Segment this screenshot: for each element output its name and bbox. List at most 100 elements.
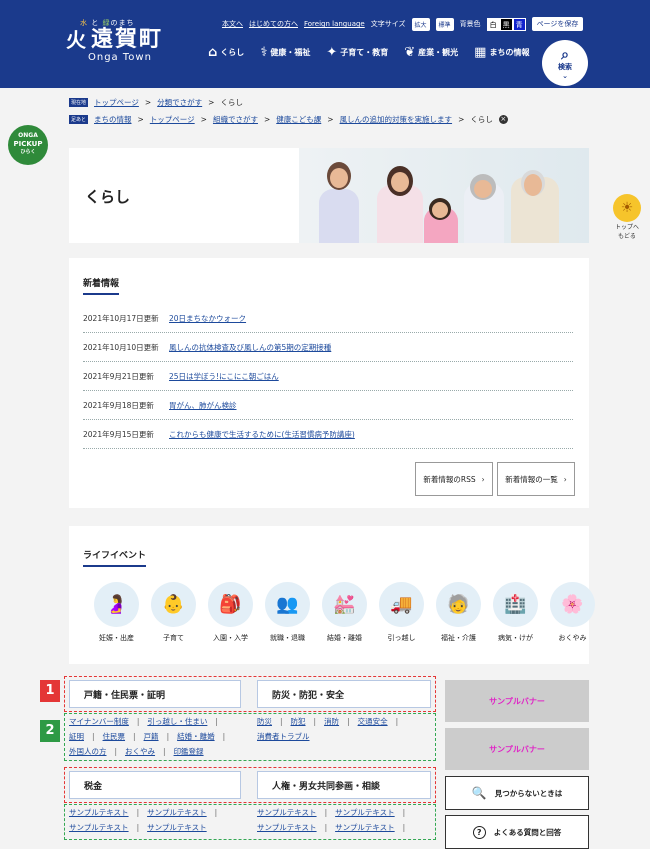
life-events-title: ライフイベント bbox=[83, 548, 147, 567]
nav-childcare[interactable]: ✦ 子育て・教育 bbox=[326, 45, 388, 60]
life-event-condolence[interactable]: 🌸 おくやみ bbox=[550, 582, 595, 643]
news-rss-button[interactable]: 新着情報のRSS › bbox=[415, 462, 493, 496]
link-first-time[interactable]: はじめての方へ bbox=[249, 19, 298, 29]
breadcrumb: 現在地 トップページ > 分類でさがす > くらし bbox=[69, 97, 243, 108]
sample-banner[interactable]: サンプルバナー bbox=[445, 680, 589, 722]
chevron-right-icon: › bbox=[563, 474, 567, 484]
category-link[interactable]: サンプルテキスト bbox=[335, 823, 395, 832]
life-event-illness[interactable]: 🏥 病気・けが bbox=[493, 582, 538, 643]
page-title: くらし bbox=[85, 188, 131, 206]
category-link[interactable]: 引っ越し・住まい bbox=[147, 717, 207, 726]
category-link[interactable]: サンプルテキスト bbox=[335, 808, 395, 817]
bg-white-button[interactable]: 白 bbox=[486, 17, 500, 31]
bg-color-label: 背景色 bbox=[459, 20, 481, 28]
category-link[interactable]: 防災 bbox=[257, 717, 272, 726]
category-link[interactable]: サンプルテキスト bbox=[147, 808, 207, 817]
life-event-moving[interactable]: 🚚 引っ越し bbox=[379, 582, 424, 643]
workers-icon: 👥 bbox=[265, 582, 310, 627]
font-standard-button[interactable]: 標準 bbox=[435, 17, 454, 31]
breadcrumb-link[interactable]: トップページ bbox=[94, 97, 139, 108]
news-link[interactable]: 25日は学ぼう!にこにこ朝ごはん bbox=[169, 371, 279, 382]
category-link[interactable]: 住民票 bbox=[103, 732, 126, 741]
category-link[interactable]: 防犯 bbox=[291, 717, 306, 726]
document-search-icon: 🔍 bbox=[471, 786, 487, 800]
nav-town-info[interactable]: ▦ まちの情報 bbox=[474, 45, 529, 60]
footprint-link[interactable]: 組織でさがす bbox=[213, 114, 258, 125]
category-link[interactable]: 消費者トラブル bbox=[257, 732, 310, 741]
footprint-trail: 足あと まちの情報 > トップページ > 組織でさがす > 健康こども課 > 風しんの追… bbox=[69, 114, 508, 125]
life-event-employment[interactable]: 👥 就職・退職 bbox=[265, 582, 310, 643]
category-link[interactable]: サンプルテキスト bbox=[69, 808, 129, 817]
news-link[interactable]: 胃がん、肺がん検診 bbox=[169, 400, 237, 411]
couple-icon: 💒 bbox=[322, 582, 367, 627]
news-row: 2021年9月21日更新 25日は学ぼう!にこにこ朝ごはん bbox=[83, 363, 573, 391]
category-link[interactable]: おくやみ bbox=[125, 747, 155, 756]
category-link[interactable]: 交通安全 bbox=[358, 717, 388, 726]
life-event-pregnancy[interactable]: 🤰 妊娠・出産 bbox=[94, 582, 139, 643]
life-event-marriage[interactable]: 💒 結婚・離婚 bbox=[322, 582, 367, 643]
annotation-badge-1: 1 bbox=[40, 680, 60, 702]
building-icon: ▦ bbox=[474, 45, 487, 60]
faq-button[interactable]: ? よくある質問と回答 bbox=[445, 815, 589, 849]
news-list-button[interactable]: 新着情報の一覧 › bbox=[497, 462, 575, 496]
footprint-link[interactable]: トップページ bbox=[150, 114, 195, 125]
footprint-tag: 足あと bbox=[69, 115, 89, 124]
search-button[interactable]: ⌕ 検索 ⌄ bbox=[542, 40, 588, 86]
category-link[interactable]: 結婚・離婚 bbox=[177, 732, 215, 741]
onga-pickup-button[interactable]: ONGA PICKUP ひらく bbox=[8, 125, 48, 165]
nav-health[interactable]: ⚕ 健康・福祉 bbox=[260, 45, 310, 60]
news-row: 2021年10月17日更新 20日まちなかウォーク bbox=[83, 305, 573, 333]
life-event-welfare[interactable]: 🧓 福祉・介護 bbox=[436, 582, 481, 643]
font-enlarge-button[interactable]: 拡大 bbox=[411, 17, 430, 31]
link-text-version[interactable]: 本文へ bbox=[222, 19, 243, 29]
footprint-link[interactable]: 風しんの追加的対策を実施します bbox=[340, 114, 453, 125]
life-event-school[interactable]: 🎒 入園・入学 bbox=[208, 582, 253, 643]
category-link[interactable]: 戸籍 bbox=[144, 732, 159, 741]
bg-blue-button[interactable]: 青 bbox=[512, 17, 526, 31]
news-section: 新着情報 2021年10月17日更新 20日まちなかウォーク 2021年10月10… bbox=[69, 258, 589, 508]
category-link[interactable]: サンプルテキスト bbox=[257, 823, 317, 832]
news-link[interactable]: これからも健康で生活するために(生活習慣病予防講座) bbox=[169, 429, 355, 440]
close-icon[interactable]: × bbox=[498, 115, 508, 124]
sample-banner[interactable]: サンプルバナー bbox=[445, 728, 589, 770]
save-page-button[interactable]: ページを保存 bbox=[531, 17, 584, 31]
category-link[interactable]: サンプルテキスト bbox=[147, 823, 207, 832]
nav-kurashi[interactable]: ⌂ くらし bbox=[208, 45, 244, 60]
category-link[interactable]: 外国人の方 bbox=[69, 747, 107, 756]
nav-industry[interactable]: ❦ 産業・観光 bbox=[404, 45, 458, 60]
category-tax[interactable]: 税金 bbox=[69, 771, 241, 799]
footprint-link[interactable]: 健康こども課 bbox=[276, 114, 321, 125]
breadcrumb-current: くらし bbox=[220, 98, 243, 107]
category-link[interactable]: 消防 bbox=[324, 717, 339, 726]
breadcrumb-link[interactable]: 分類でさがす bbox=[157, 97, 202, 108]
not-found-button[interactable]: 🔍 見つからないときは bbox=[445, 776, 589, 810]
category-human-rights[interactable]: 人権・男女共同参画・相談 bbox=[257, 771, 431, 799]
chevron-right-icon: › bbox=[481, 474, 485, 484]
bg-black-button[interactable]: 黒 bbox=[499, 17, 513, 31]
life-event-childcare[interactable]: 👶 子育て bbox=[151, 582, 196, 643]
hospital-icon: 🏥 bbox=[493, 582, 538, 627]
news-link[interactable]: 風しんの抗体検査及び風しんの第5期の定期接種 bbox=[169, 342, 331, 353]
sun-mascot-icon: ☀ bbox=[613, 194, 641, 222]
link-foreign[interactable]: Foreign language bbox=[304, 20, 365, 28]
category-link[interactable]: 証明 bbox=[69, 732, 84, 741]
truck-icon: 🚚 bbox=[379, 582, 424, 627]
category-link[interactable]: サンプルテキスト bbox=[257, 808, 317, 817]
category-link[interactable]: サンプルテキスト bbox=[69, 823, 129, 832]
town-emblem-icon: ⽕ bbox=[66, 28, 88, 52]
category-bousai[interactable]: 防災・防犯・安全 bbox=[257, 680, 431, 708]
pregnancy-icon: 🤰 bbox=[94, 582, 139, 627]
site-header: 水 と 緑のまち ⽕遠賀町 Onga Town 本文へ はじめての方へ Fore… bbox=[0, 0, 650, 88]
back-to-top-button[interactable]: ☀ トップへ もどる bbox=[609, 194, 645, 242]
news-link[interactable]: 20日まちなかウォーク bbox=[169, 313, 246, 324]
category-link[interactable]: 印鑑登録 bbox=[174, 747, 204, 756]
news-row: 2021年9月15日更新 これからも健康で生活するために(生活習慣病予防講座) bbox=[83, 421, 573, 449]
utility-bar: 本文へ はじめての方へ Foreign language 文字サイズ 拡大 標準… bbox=[222, 17, 584, 31]
category-link[interactable]: マイナンバー制度 bbox=[69, 717, 129, 726]
baby-icon: 👶 bbox=[151, 582, 196, 627]
site-logo[interactable]: 水 と 緑のまち ⽕遠賀町 Onga Town bbox=[66, 18, 176, 63]
category-links-tax: サンプルテキスト | サンプルテキスト | サンプルテキスト | サンプルテキスト bbox=[69, 808, 218, 832]
category-koseki[interactable]: 戸籍・住民票・証明 bbox=[69, 680, 241, 708]
question-bubble-icon: ? bbox=[472, 825, 486, 839]
footprint-link[interactable]: まちの情報 bbox=[94, 114, 132, 125]
